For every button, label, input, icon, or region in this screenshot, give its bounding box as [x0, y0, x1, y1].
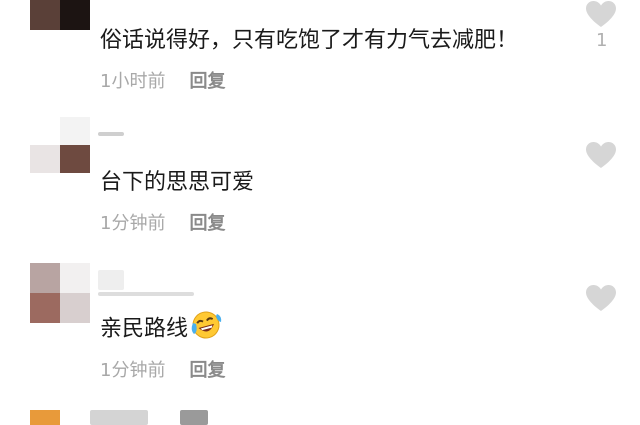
username-blurred — [98, 270, 124, 290]
comment-meta: 1分钟前 回复 — [100, 359, 225, 383]
username-blurred — [90, 410, 148, 425]
username-blurred — [180, 410, 208, 425]
reply-button[interactable]: 回复 — [189, 360, 225, 381]
comment-text: 台下的思思可爱 — [100, 170, 255, 195]
avatar[interactable] — [30, 117, 90, 177]
avatar[interactable] — [30, 410, 90, 425]
comment-meta: 1小时前 回复 — [100, 70, 225, 94]
username-blurred — [98, 292, 194, 296]
comment-meta: 1分钟前 回复 — [100, 212, 225, 236]
comment-time: 1分钟前 — [100, 213, 166, 234]
username-blurred — [98, 132, 124, 136]
reply-button[interactable]: 回复 — [189, 71, 225, 92]
like-heart-icon[interactable] — [585, 284, 617, 312]
avatar[interactable] — [30, 0, 90, 30]
laughing-tears-emoji-icon — [190, 310, 222, 349]
avatar[interactable] — [30, 263, 90, 323]
comment-time: 1小时前 — [100, 71, 166, 92]
comment-time: 1分钟前 — [100, 360, 166, 381]
like-count: 1 — [596, 30, 608, 51]
comment-text: 俗话说得好，只有吃饱了才有力气去减肥！ — [100, 28, 519, 53]
comment-text: 亲民路线 — [100, 310, 222, 349]
comment-text-body: 亲民路线 — [100, 316, 189, 342]
like-heart-icon[interactable] — [585, 141, 617, 169]
reply-button[interactable]: 回复 — [189, 213, 225, 234]
like-heart-icon[interactable] — [585, 0, 617, 28]
